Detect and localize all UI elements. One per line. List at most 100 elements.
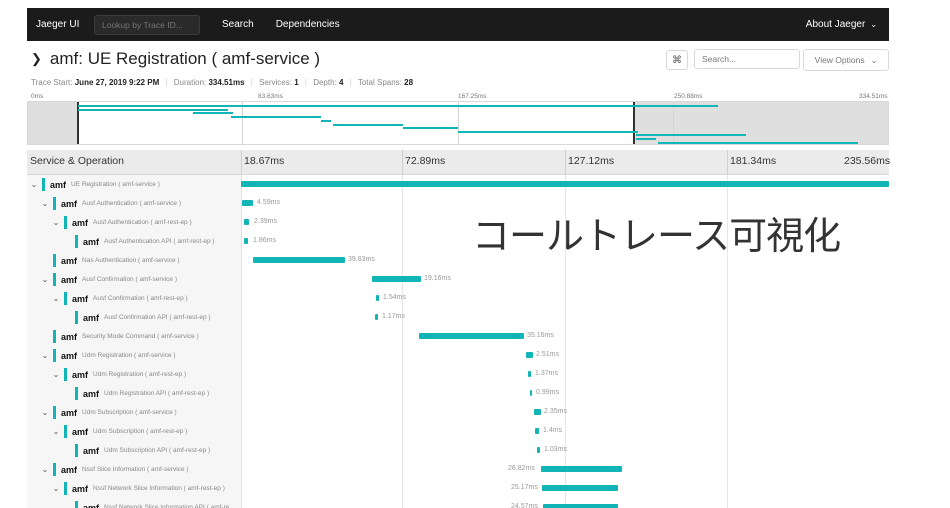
span-row[interactable]: ⌄ amf Udm Registration ( amf-service ) 2.51… [27, 346, 889, 365]
span-row-label[interactable]: ⌄ amf Ausf Authentication ( amf-rest-ep ) [27, 213, 192, 232]
span-row-label[interactable]: amf Nssf Network Slice Information API ( … [27, 498, 235, 508]
operation-name: Udm Registration API ( amf-rest-ep ) [104, 390, 210, 397]
expand-chevron-icon[interactable]: ⌄ [29, 180, 39, 189]
timeline-gridline [402, 150, 403, 174]
timeline-header: Service & Operation 18.67ms 72.89ms 127.… [27, 150, 890, 175]
column-divider[interactable] [241, 150, 242, 174]
span-duration-bar[interactable] [530, 390, 532, 396]
minimap-right-handle[interactable] [633, 102, 635, 144]
service-name: amf [83, 445, 100, 456]
keyboard-shortcuts-button[interactable]: ⌘ [666, 50, 688, 70]
span-duration-bar[interactable] [375, 314, 378, 320]
service-name: amf [83, 236, 100, 247]
span-duration-bar[interactable] [244, 219, 249, 225]
expand-chevron-icon[interactable]: ⌄ [40, 408, 50, 417]
span-row[interactable]: ⌄ amf Udm Registration ( amf-rest-ep ) 1.37… [27, 365, 889, 384]
service-color-indicator [53, 406, 56, 419]
minimap-span-bar [333, 124, 403, 126]
expand-chevron-icon[interactable]: ⌄ [40, 465, 50, 474]
service-name: amf [61, 274, 78, 285]
nav-dependencies-link[interactable]: Dependencies [276, 19, 340, 30]
span-row-label[interactable]: ⌄ amf Udm Registration ( amf-service ) [27, 346, 176, 365]
span-row-label[interactable]: ⌄ amf Ausf Confirmation ( amf-rest-ep ) [27, 289, 188, 308]
span-row-label[interactable]: ⌄ amf Ausf Confirmation ( amf-service ) [27, 270, 177, 289]
span-row[interactable]: ⌄ amf Ausf Confirmation ( amf-rest-ep ) 1.5… [27, 289, 889, 308]
expand-chevron-icon[interactable]: ⌄ [51, 427, 61, 436]
expand-chevron-icon[interactable]: ⌄ [40, 351, 50, 360]
span-row[interactable]: amf Udm Registration API ( amf-rest-ep ) 0… [27, 384, 889, 403]
service-color-indicator [75, 387, 78, 400]
span-duration-bar[interactable] [372, 276, 421, 282]
span-duration-bar[interactable] [542, 485, 618, 491]
span-row-label[interactable]: amf Ausf Confirmation API ( amf-rest-ep ) [27, 308, 211, 327]
span-row[interactable]: ⌄ amf UE Registration ( amf-service ) [27, 175, 889, 194]
span-duration-bar[interactable] [241, 181, 889, 187]
span-duration-bar[interactable] [419, 333, 524, 339]
span-row[interactable]: amf Ausf Confirmation API ( amf-rest-ep )… [27, 308, 889, 327]
span-duration-label: 24.57ms [511, 503, 538, 508]
view-options-dropdown[interactable]: View Options ⌄ [803, 49, 889, 71]
span-duration-bar[interactable] [535, 428, 539, 434]
nav-search-link[interactable]: Search [222, 19, 254, 30]
collapse-chevron-icon[interactable]: ❯ [31, 51, 42, 67]
span-row-label[interactable]: ⌄ amf UE Registration ( amf-service ) [27, 175, 160, 194]
minimap-tick: 83.63ms [258, 93, 283, 100]
expand-chevron-icon[interactable]: ⌄ [51, 484, 61, 493]
span-duration-bar[interactable] [543, 504, 618, 508]
expand-chevron-icon[interactable]: ⌄ [40, 199, 50, 208]
span-row[interactable]: ⌄ amf Udm Subscription ( amf-service ) 2.35… [27, 403, 889, 422]
service-color-indicator [53, 330, 56, 343]
span-row-label[interactable]: ⌄ amf Nssf Network Slice Information ( amf… [27, 479, 225, 498]
service-color-indicator [53, 254, 56, 267]
span-row-label[interactable]: amf Security Mode Command ( amf-service ) [27, 327, 199, 346]
span-row[interactable]: amf Security Mode Command ( amf-service )… [27, 327, 889, 346]
span-search-input[interactable] [694, 49, 800, 69]
span-row[interactable]: amf Udm Subscription API ( amf-rest-ep ) 1… [27, 441, 889, 460]
span-row-label[interactable]: amf Udm Subscription API ( amf-rest-ep ) [27, 441, 210, 460]
service-name: amf [83, 388, 100, 399]
span-row[interactable]: amf Nssf Network Slice Information API ( … [27, 498, 889, 508]
span-duration-bar[interactable] [376, 295, 379, 301]
span-row-label[interactable]: ⌄ amf Udm Subscription ( amf-service ) [27, 403, 177, 422]
span-row-label[interactable]: ⌄ amf Udm Registration ( amf-rest-ep ) [27, 365, 186, 384]
service-color-indicator [64, 292, 67, 305]
operation-name: Ausf Authentication ( amf-rest-ep ) [93, 219, 192, 226]
minimap-span-bar [321, 120, 331, 122]
trace-minimap[interactable] [27, 101, 889, 145]
service-color-indicator [75, 501, 78, 508]
service-name: amf [61, 350, 78, 361]
span-row[interactable]: ⌄ amf Udm Subscription ( amf-rest-ep ) 1.4m… [27, 422, 889, 441]
span-duration-label: 4.59ms [257, 199, 280, 206]
span-row-label[interactable]: amf Udm Registration API ( amf-rest-ep ) [27, 384, 209, 403]
span-duration-bar[interactable] [541, 466, 622, 472]
span-duration-bar[interactable] [242, 200, 253, 206]
timeline-tick: 181.34ms [730, 155, 777, 167]
service-name: amf [50, 179, 67, 190]
span-row[interactable]: ⌄ amf Nssf Network Slice Information ( amf… [27, 479, 889, 498]
span-row-label[interactable]: amf Ausf Authentication API ( amf-rest-ep… [27, 232, 215, 251]
span-duration-bar[interactable] [244, 238, 248, 244]
operation-name: Udm Subscription ( amf-service ) [82, 409, 177, 416]
expand-chevron-icon[interactable]: ⌄ [40, 275, 50, 284]
expand-chevron-icon[interactable]: ⌄ [51, 218, 61, 227]
span-duration-bar[interactable] [526, 352, 533, 358]
minimap-tick: 167.25ms [458, 93, 487, 100]
span-row-label[interactable]: ⌄ amf Nssf Slice Information ( amf-service… [27, 460, 189, 479]
span-duration-bar[interactable] [537, 447, 540, 453]
trace-id-lookup-input[interactable] [94, 14, 200, 35]
expand-chevron-icon[interactable]: ⌄ [51, 294, 61, 303]
about-jaeger-menu[interactable]: About Jaeger ⌄ [806, 19, 877, 30]
span-duration-bar[interactable] [528, 371, 531, 377]
minimap-span-bar [636, 138, 656, 140]
span-row-label[interactable]: ⌄ amf Ausf Authentication ( amf-service ) [27, 194, 181, 213]
span-row-label[interactable]: amf Nas Authentication ( amf-service ) [27, 251, 180, 270]
span-row[interactable]: ⌄ amf Ausf Confirmation ( amf-service ) 19.… [27, 270, 889, 289]
span-duration-bar[interactable] [253, 257, 345, 263]
service-name: amf [72, 426, 89, 437]
expand-chevron-icon[interactable]: ⌄ [51, 370, 61, 379]
span-row-label[interactable]: ⌄ amf Udm Subscription ( amf-rest-ep ) [27, 422, 187, 441]
trace-title[interactable]: ❯ amf: UE Registration ( amf-service ) [31, 49, 320, 69]
span-row[interactable]: ⌄ amf Nssf Slice Information ( amf-service… [27, 460, 889, 479]
brand-link[interactable]: Jaeger UI [36, 19, 94, 30]
span-duration-bar[interactable] [534, 409, 541, 415]
